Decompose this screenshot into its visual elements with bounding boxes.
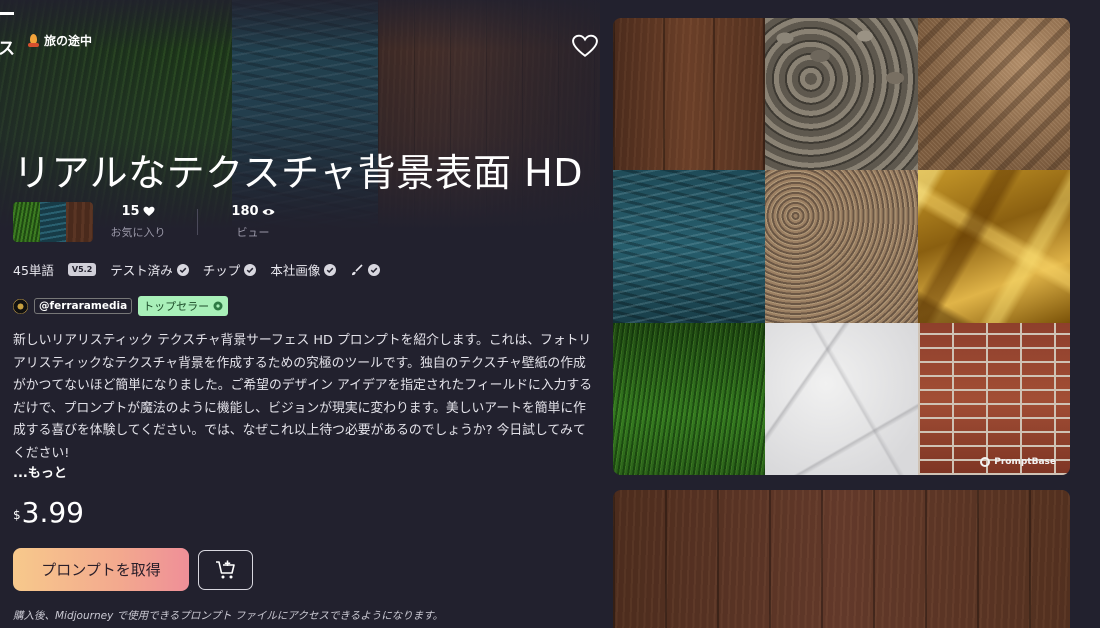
travel-badge[interactable]: 旅の途中 bbox=[28, 32, 92, 49]
thumbnail-water bbox=[39, 202, 67, 242]
promptbase-logo-icon bbox=[980, 457, 991, 467]
views-count: 180 bbox=[231, 204, 259, 219]
prompt-description: 新しいリアリスティック テクスチャ背景サーフェス HD プロンプトを紹介します。… bbox=[13, 333, 593, 461]
watermark: PromptBase bbox=[980, 457, 1056, 467]
favorites-label: お気に入り bbox=[110, 226, 166, 239]
favorites-stat: 15 お気に入り bbox=[93, 204, 183, 240]
price-currency: $ bbox=[13, 508, 21, 522]
thumbnail-grass bbox=[13, 202, 40, 242]
top-seller-label: トップセラー bbox=[143, 300, 210, 313]
add-to-cart-icon bbox=[215, 560, 235, 579]
top-seller-badge: トップセラー bbox=[138, 296, 229, 316]
gear-icon bbox=[213, 301, 223, 311]
gallery-tile-brick: PromptBase bbox=[918, 323, 1070, 475]
check-badge-icon bbox=[176, 263, 189, 276]
views-stat: 180 ビュー bbox=[208, 204, 298, 240]
purchase-note: 購入後、Midjourney で使用できるプロンプト ファイルにアクセスできるよ… bbox=[13, 610, 444, 622]
gallery-tile-pebbles bbox=[765, 170, 918, 323]
gallery-tile-stone bbox=[765, 18, 918, 170]
own-images-label: 本社画像 bbox=[270, 263, 321, 278]
author-row: @ferraramedia トップセラー bbox=[13, 296, 229, 316]
word-count: 45単語 bbox=[13, 263, 54, 278]
thumbnail-wood bbox=[66, 202, 93, 242]
gallery-tile-wood bbox=[613, 18, 765, 170]
gallery-tile-grass bbox=[613, 323, 765, 475]
gallery-tile-gold-foil bbox=[918, 170, 1070, 323]
preview-gallery[interactable]: PromptBase bbox=[613, 18, 1070, 475]
views-label: ビュー bbox=[236, 226, 270, 239]
thumbnail-strip[interactable] bbox=[13, 202, 93, 242]
corner-glyph: ス bbox=[0, 39, 15, 59]
gallery-tile-water bbox=[613, 170, 765, 323]
get-prompt-button[interactable]: プロンプトを取得 bbox=[13, 548, 189, 591]
add-to-cart-button[interactable] bbox=[198, 550, 253, 590]
corner-bar bbox=[0, 12, 14, 15]
tips-label: チップ bbox=[202, 263, 241, 278]
heart-outline-icon[interactable] bbox=[572, 34, 598, 58]
check-badge-icon bbox=[244, 263, 257, 276]
price: $ 3.99 bbox=[13, 496, 84, 529]
own-images-tag: 本社画像 bbox=[270, 260, 337, 279]
travel-label: 旅の途中 bbox=[44, 34, 93, 48]
price-amount: 3.99 bbox=[21, 496, 84, 529]
watermark-label: PromptBase bbox=[994, 457, 1056, 467]
stats-row: 15 お気に入り 180 ビュー bbox=[13, 202, 298, 242]
preview-image-wood[interactable] bbox=[613, 490, 1070, 628]
brush-icon bbox=[352, 263, 363, 275]
version-badge: V5.2 bbox=[67, 263, 97, 276]
page-title: リアルなテクスチャ背景表面 HD bbox=[13, 151, 584, 195]
check-badge-icon bbox=[368, 263, 381, 276]
check-badge-icon bbox=[324, 263, 337, 276]
eye-icon bbox=[262, 208, 275, 215]
tested-tag: テスト済み bbox=[110, 260, 189, 279]
show-more-link[interactable]: ...もっと bbox=[13, 462, 67, 481]
tips-tag: チップ bbox=[203, 260, 257, 279]
gallery-tile-marble bbox=[765, 323, 918, 475]
prompt-meta-row: 45単語 V5.2 テスト済み チップ 本社画像 bbox=[13, 260, 381, 279]
author-handle[interactable]: @ferraramedia bbox=[34, 298, 133, 314]
stats-divider bbox=[197, 209, 198, 235]
avatar[interactable] bbox=[13, 298, 28, 314]
gallery-tile-fabric bbox=[918, 18, 1070, 170]
heart-icon bbox=[143, 206, 155, 216]
flame-icon bbox=[28, 34, 39, 47]
brush-tag bbox=[350, 263, 381, 277]
tested-label: テスト済み bbox=[110, 263, 173, 278]
favorites-count: 15 bbox=[121, 204, 140, 219]
